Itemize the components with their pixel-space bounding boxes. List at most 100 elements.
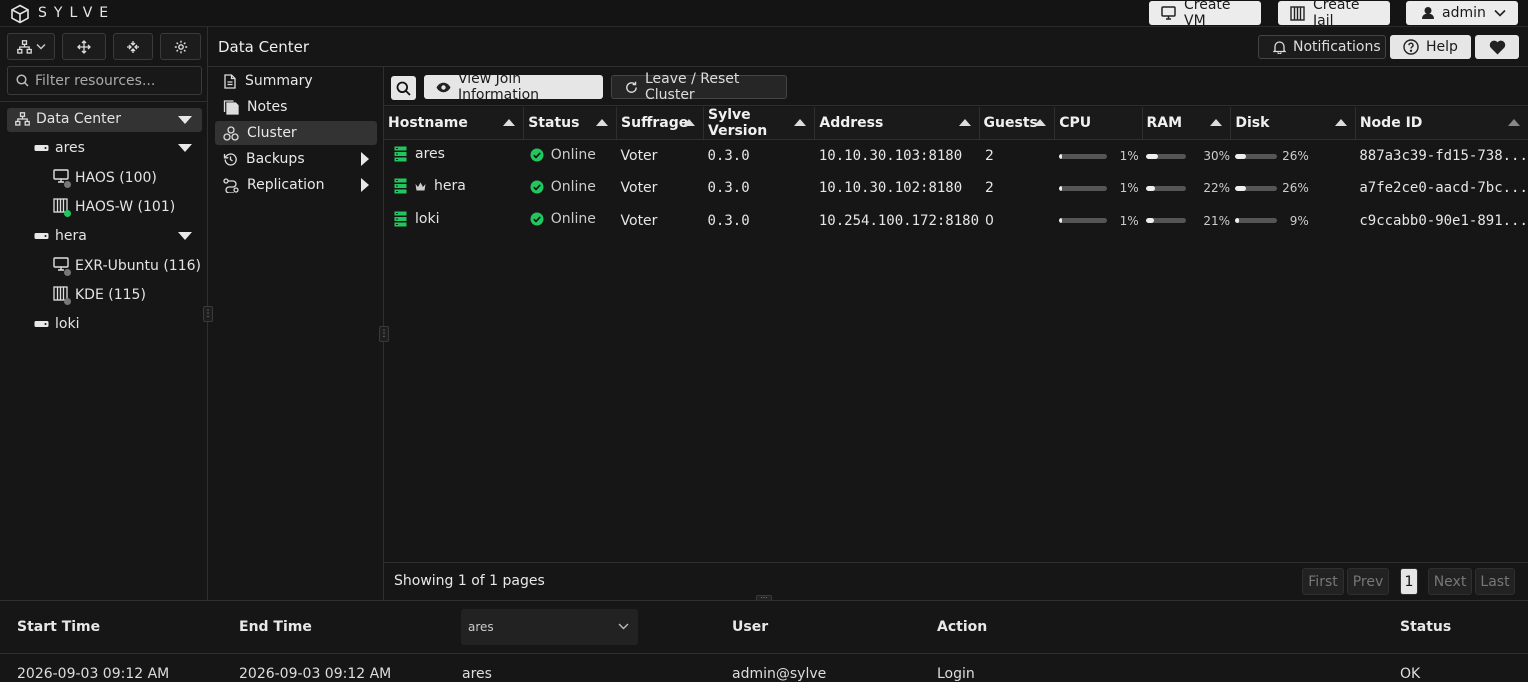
submenu-item-summary[interactable]: Summary — [215, 69, 377, 93]
gear-icon — [174, 40, 188, 54]
next-page-button[interactable]: Next — [1428, 568, 1472, 595]
notifications-button[interactable]: Notifications — [1258, 35, 1386, 59]
tree-item-haos[interactable]: HAOS (100) — [53, 169, 157, 188]
pagination-summary: Showing 1 of 1 pages — [394, 573, 545, 589]
view-join-information-button[interactable]: View Join Information — [424, 71, 603, 103]
datacenter-icon — [15, 112, 30, 126]
last-page-button[interactable]: Last — [1475, 568, 1515, 595]
ram-usage-bar — [1146, 185, 1186, 191]
node-suffrage: Voter — [620, 212, 658, 229]
tree-item-exr-ubuntu[interactable]: EXR-Ubuntu (116) — [53, 257, 201, 276]
sylve-logo-icon — [10, 4, 30, 24]
caret-down-icon[interactable] — [178, 144, 192, 152]
tree-item-hera[interactable]: hera — [34, 228, 87, 244]
divider — [0, 101, 208, 102]
disk-usage-value: 9% — [1289, 213, 1309, 228]
submenu-resize-handle[interactable]: ⋮ — [379, 326, 389, 342]
node-hostname: ares — [415, 146, 445, 162]
first-page-button[interactable]: First — [1302, 568, 1344, 595]
submenu-item-replication[interactable]: Replication — [215, 173, 377, 197]
donate-button[interactable] — [1475, 35, 1519, 59]
user-menu-button[interactable]: admin — [1406, 1, 1518, 25]
column-header-address[interactable]: Address — [814, 107, 980, 140]
create-jail-button[interactable]: Create Jail — [1278, 0, 1390, 29]
bell-icon — [1273, 40, 1286, 54]
audit-action: Login — [937, 666, 975, 682]
ram-usage-bar — [1146, 218, 1186, 224]
table-row[interactable]: hera Online Voter 0.3.0 10.10.30.102:8180 2 1%… — [384, 172, 1528, 205]
column-header-end-time[interactable]: End Time — [239, 619, 312, 635]
caret-right-icon — [361, 152, 369, 166]
prev-page-button[interactable]: Prev — [1347, 568, 1389, 595]
sort-icon — [503, 119, 516, 126]
server-icon — [34, 319, 49, 329]
server-icon — [394, 178, 407, 194]
filter-resources-input[interactable] — [35, 72, 195, 89]
column-header-ram[interactable]: RAM — [1142, 107, 1232, 140]
column-header-disk[interactable]: Disk — [1230, 107, 1356, 140]
search-button[interactable] — [391, 76, 416, 100]
divider — [384, 562, 1528, 563]
column-header-status[interactable]: Status — [1400, 619, 1451, 635]
sort-icon — [596, 119, 609, 126]
page-title: Data Center — [218, 38, 310, 56]
check-circle-icon — [530, 148, 544, 162]
crown-icon — [415, 182, 426, 191]
disk-usage-value: 26% — [1282, 149, 1309, 163]
submenu-item-backups[interactable]: Backups — [215, 147, 377, 171]
settings-button[interactable] — [160, 33, 201, 60]
node-version: 0.3.0 — [707, 212, 750, 229]
audit-status: OK — [1400, 666, 1421, 682]
column-header-start-time[interactable]: Start Time — [17, 619, 100, 635]
leave-reset-cluster-button[interactable]: Leave / Reset Cluster — [611, 71, 787, 103]
table-header-row: Hostname Status Suffrage Sylve Version A… — [384, 107, 1528, 140]
status-dot — [64, 269, 71, 276]
ram-usage-value: 22% — [1203, 181, 1230, 196]
table-row[interactable]: loki Online Voter 0.3.0 10.254.100.172:8180 0… — [384, 205, 1528, 238]
eye-icon — [436, 82, 451, 93]
tree-item-ares[interactable]: ares — [34, 140, 85, 156]
node-select[interactable]: ares — [461, 609, 638, 645]
file-text-icon — [223, 73, 237, 89]
create-vm-button[interactable]: Create VM — [1149, 0, 1261, 29]
node-address: 10.10.30.103:8180 — [818, 148, 963, 164]
column-header-status[interactable]: Status — [523, 107, 618, 140]
jail-icon — [53, 286, 71, 305]
cpu-usage-bar — [1058, 218, 1107, 224]
view-mode-dropdown[interactable] — [7, 33, 55, 60]
submenu-item-notes[interactable]: Notes — [215, 95, 377, 119]
cluster-icon — [223, 125, 239, 141]
disk-usage-bar — [1234, 185, 1277, 191]
caret-down-icon[interactable] — [178, 232, 192, 240]
column-header-suffrage[interactable]: Suffrage — [616, 107, 704, 140]
ram-usage-value: 30% — [1203, 149, 1230, 163]
sort-icon — [1508, 119, 1520, 126]
column-header-user[interactable]: User — [732, 619, 768, 635]
tree-item-kde[interactable]: KDE (115) — [53, 286, 146, 305]
caret-down-icon[interactable] — [178, 116, 192, 124]
cpu-usage-value: 1% — [1119, 213, 1139, 228]
status-dot — [64, 210, 71, 217]
expand-all-button[interactable] — [62, 33, 106, 60]
node-suffrage: Voter — [620, 148, 658, 164]
filter-resources-field[interactable] — [7, 66, 202, 95]
column-header-sylve-version[interactable]: Sylve Version — [703, 107, 816, 140]
column-header-node-id[interactable]: Node ID — [1355, 107, 1528, 140]
server-icon — [394, 146, 407, 162]
node-suffrage: Voter — [620, 180, 658, 197]
table-row[interactable]: ares Online Voter 0.3.0 10.10.30.103:8180 2 1%… — [384, 140, 1528, 173]
column-header-cpu[interactable]: CPU — [1054, 107, 1143, 140]
search-icon — [16, 74, 29, 87]
column-header-hostname[interactable]: Hostname — [384, 107, 525, 140]
tree-item-haos-w[interactable]: HAOS-W (101) — [53, 198, 175, 217]
current-page-button[interactable]: 1 — [1400, 568, 1418, 595]
column-header-action[interactable]: Action — [937, 619, 987, 635]
column-header-guests[interactable]: Guests — [979, 107, 1056, 140]
collapse-all-button[interactable] — [113, 33, 153, 60]
submenu-item-cluster[interactable]: Cluster — [215, 121, 377, 145]
tree-item-loki[interactable]: loki — [34, 316, 79, 332]
help-button[interactable]: Help — [1390, 35, 1471, 59]
sort-icon — [1034, 119, 1047, 126]
sort-icon — [1210, 119, 1223, 126]
audit-start-time: 2026-09-03 09:12 AM — [17, 666, 170, 682]
